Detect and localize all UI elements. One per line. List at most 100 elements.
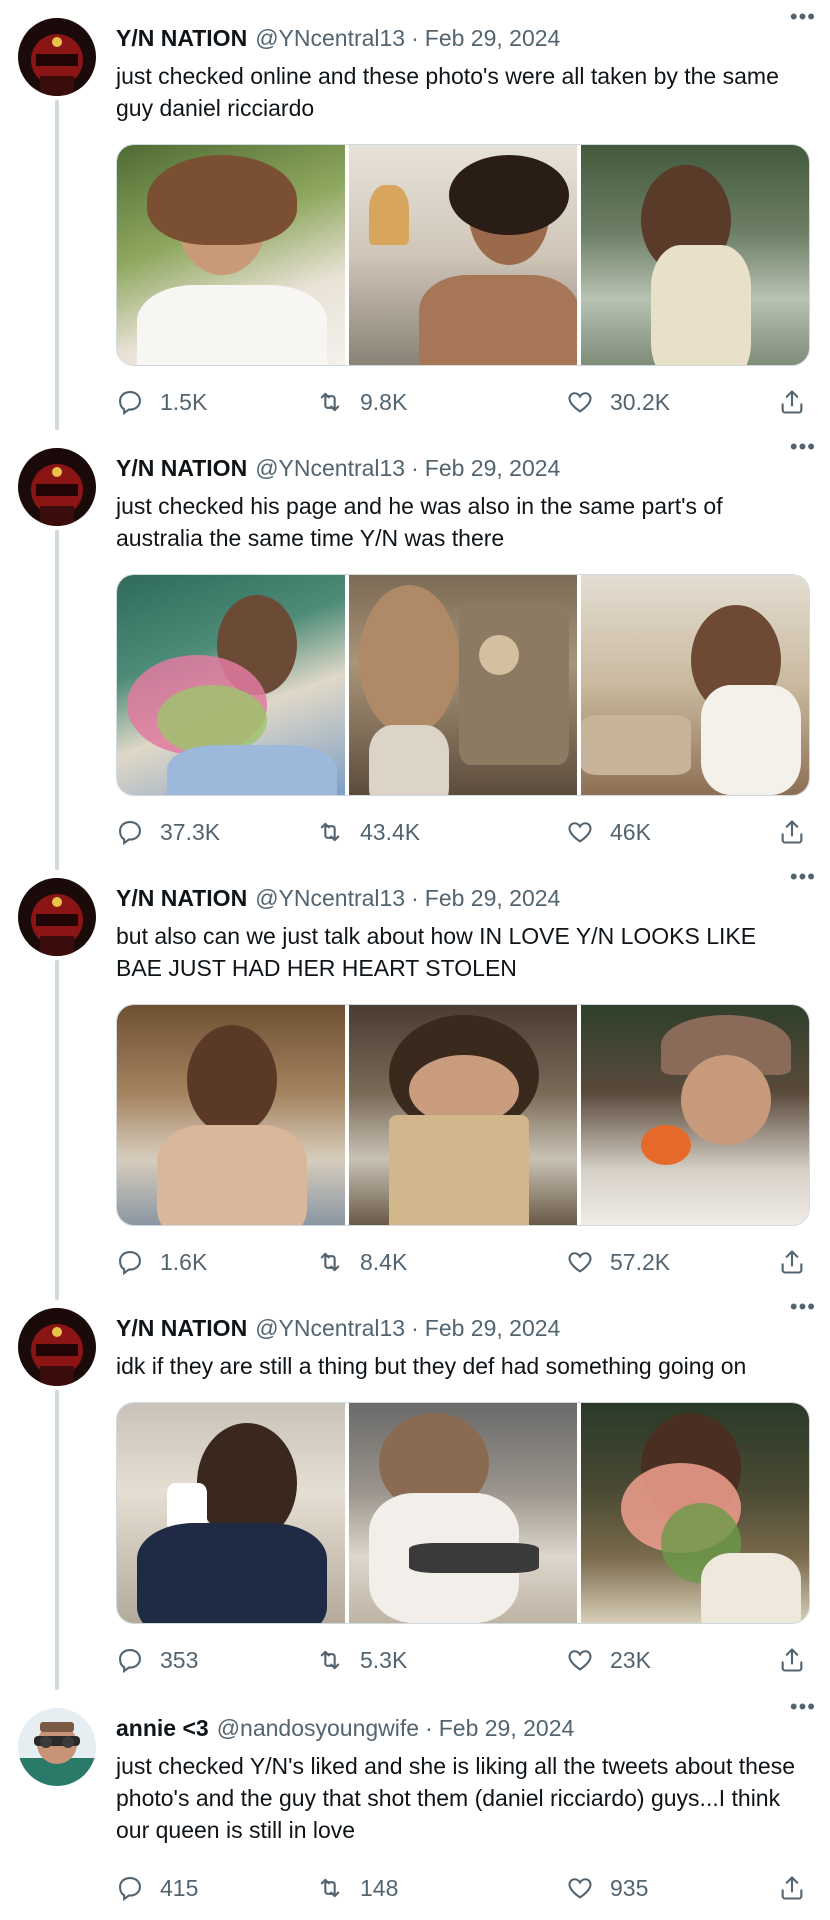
photo[interactable] <box>349 1403 577 1623</box>
username[interactable]: @nandosyoungwife <box>217 1715 419 1742</box>
tweet[interactable]: ••• Y/N NATION @YNcentral13 · Feb 29, 20… <box>0 430 830 860</box>
heart-icon <box>568 1252 592 1273</box>
timestamp[interactable]: Feb 29, 2024 <box>425 25 561 52</box>
more-icon[interactable]: ••• <box>790 866 816 888</box>
retweet-icon <box>320 1878 340 1898</box>
username[interactable]: @YNcentral13 <box>255 885 405 912</box>
photo[interactable] <box>581 575 809 795</box>
tweet[interactable]: ••• annie <3 @nandosyoungwife · Feb 29, … <box>0 1690 830 1920</box>
photo[interactable] <box>349 145 577 365</box>
photo[interactable] <box>117 575 345 795</box>
like-button[interactable]: 30.2K <box>566 388 776 416</box>
avatar[interactable] <box>18 448 96 526</box>
share-button[interactable] <box>778 1248 806 1276</box>
reply-count: 1.6K <box>160 1248 208 1275</box>
share-icon <box>781 390 803 414</box>
share-icon <box>781 1250 803 1274</box>
photo[interactable] <box>349 575 577 795</box>
display-name[interactable]: Y/N NATION <box>116 1315 247 1342</box>
heart-icon <box>568 822 592 843</box>
like-button[interactable]: 46K <box>566 818 776 846</box>
retweet-button[interactable]: 9.8K <box>316 388 566 416</box>
separator: · <box>411 884 419 911</box>
reply-button[interactable]: 1.6K <box>116 1248 316 1276</box>
photo[interactable] <box>117 1005 345 1225</box>
separator: · <box>411 454 419 481</box>
retweet-icon <box>320 1650 340 1670</box>
username[interactable]: @YNcentral13 <box>255 25 405 52</box>
retweet-icon <box>320 1252 340 1272</box>
avatar[interactable] <box>18 18 96 96</box>
separator: · <box>411 24 419 51</box>
reply-button[interactable]: 1.5K <box>116 388 316 416</box>
red-helmet-avatar <box>18 448 96 526</box>
retweet-count: 5.3K <box>360 1646 408 1673</box>
tweet-text: idk if they are still a thing but they d… <box>116 1353 747 1379</box>
timestamp[interactable]: Feb 29, 2024 <box>425 455 561 482</box>
like-count: 57.2K <box>610 1248 671 1275</box>
reply-button[interactable]: 353 <box>116 1646 316 1674</box>
photo[interactable] <box>349 1005 577 1225</box>
tweet[interactable]: ••• Y/N NATION @YNcentral13 · Feb 29, 20… <box>0 860 830 1290</box>
share-button[interactable] <box>778 1646 806 1674</box>
display-name[interactable]: Y/N NATION <box>116 455 247 482</box>
reply-icon <box>119 1649 141 1674</box>
more-icon[interactable]: ••• <box>790 1696 816 1718</box>
share-button[interactable] <box>778 1874 806 1902</box>
tweet[interactable]: ••• Y/N NATION @YNcentral13 · Feb 29, 20… <box>0 1290 830 1690</box>
like-count: 935 <box>610 1874 649 1901</box>
more-icon[interactable]: ••• <box>790 1296 816 1318</box>
photo[interactable] <box>581 145 809 365</box>
retweet-button[interactable]: 43.4K <box>316 818 566 846</box>
tweet-feed: ••• Y/N NATION @YNcentral13 · Feb 29, 20… <box>0 0 830 1920</box>
avatar[interactable] <box>18 1308 96 1386</box>
retweet-button[interactable]: 8.4K <box>316 1248 566 1276</box>
reply-button[interactable]: 37.3K <box>116 818 316 846</box>
photo[interactable] <box>117 145 345 365</box>
tweet-header: Y/N NATION @YNcentral13 · Feb 29, 2024 <box>116 22 812 54</box>
tweet[interactable]: ••• Y/N NATION @YNcentral13 · Feb 29, 20… <box>0 0 830 430</box>
photo[interactable] <box>581 1005 809 1225</box>
display-name[interactable]: Y/N NATION <box>116 885 247 912</box>
driver-sunglasses-avatar <box>18 1708 96 1786</box>
like-button[interactable]: 935 <box>566 1874 776 1902</box>
avatar[interactable] <box>18 1708 96 1786</box>
reply-icon <box>119 391 141 416</box>
display-name[interactable]: annie <3 <box>116 1715 209 1742</box>
more-icon[interactable]: ••• <box>790 6 816 28</box>
timestamp[interactable]: Feb 29, 2024 <box>425 885 561 912</box>
retweet-button[interactable]: 5.3K <box>316 1646 566 1674</box>
tweet-header: Y/N NATION @YNcentral13 · Feb 29, 2024 <box>116 452 812 484</box>
retweet-count: 8.4K <box>360 1248 408 1275</box>
share-button[interactable] <box>778 388 806 416</box>
timestamp[interactable]: Feb 29, 2024 <box>425 1315 561 1342</box>
username[interactable]: @YNcentral13 <box>255 1315 405 1342</box>
reply-icon <box>119 1251 141 1276</box>
heart-icon <box>568 1650 592 1671</box>
like-button[interactable]: 23K <box>566 1646 776 1674</box>
red-helmet-avatar <box>18 1308 96 1386</box>
display-name[interactable]: Y/N NATION <box>116 25 247 52</box>
more-icon[interactable]: ••• <box>790 436 816 458</box>
avatar[interactable] <box>18 878 96 956</box>
media-grid <box>116 144 810 366</box>
username[interactable]: @YNcentral13 <box>255 455 405 482</box>
photo[interactable] <box>117 1403 345 1623</box>
retweet-button[interactable]: 148 <box>316 1874 566 1902</box>
reply-count: 353 <box>160 1646 199 1673</box>
retweet-icon <box>320 822 340 842</box>
photo[interactable] <box>581 1403 809 1623</box>
tweet-header: Y/N NATION @YNcentral13 · Feb 29, 2024 <box>116 1312 812 1344</box>
tweet-text: just checked his page and he was also in… <box>116 493 723 551</box>
media-grid <box>116 574 810 796</box>
reply-button[interactable]: 415 <box>116 1874 316 1902</box>
tweet-header: Y/N NATION @YNcentral13 · Feb 29, 2024 <box>116 882 812 914</box>
like-count: 23K <box>610 1646 651 1673</box>
timestamp[interactable]: Feb 29, 2024 <box>439 1715 575 1742</box>
share-button[interactable] <box>778 818 806 846</box>
reply-count: 1.5K <box>160 388 208 415</box>
reply-count: 37.3K <box>160 818 221 845</box>
tweet-text: but also can we just talk about how IN L… <box>116 923 757 981</box>
media-grid <box>116 1004 810 1226</box>
like-button[interactable]: 57.2K <box>566 1248 776 1276</box>
